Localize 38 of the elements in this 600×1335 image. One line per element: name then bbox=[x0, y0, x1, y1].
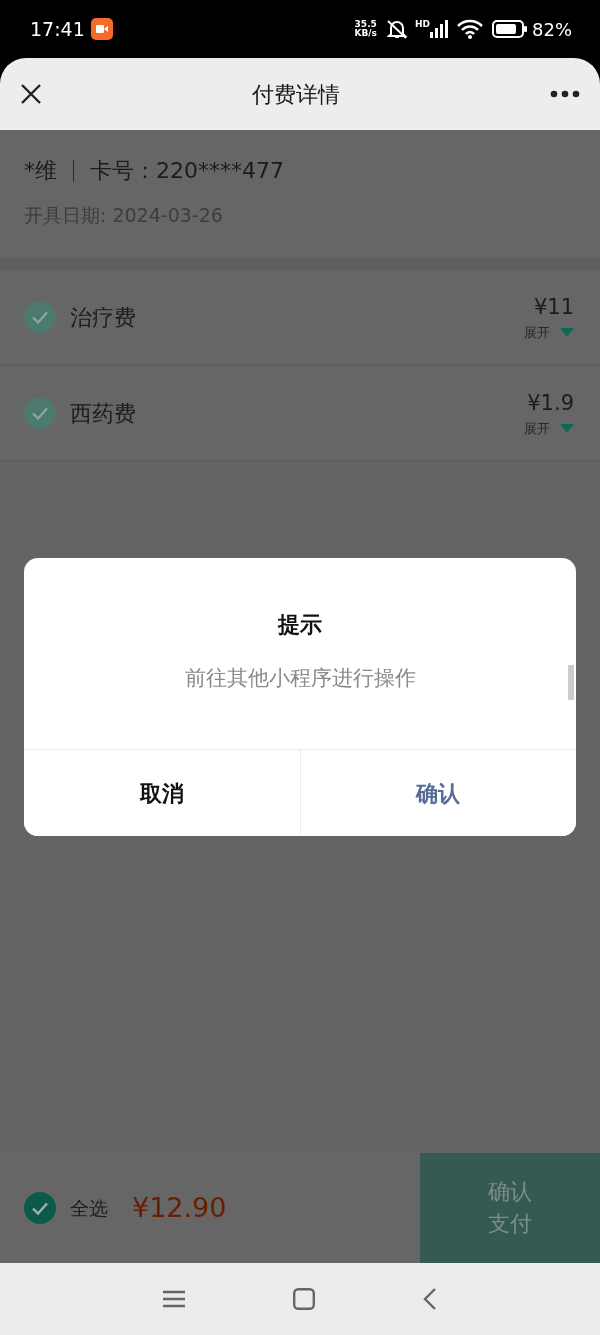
expand-toggle[interactable]: 展开 bbox=[524, 323, 550, 343]
fee-amount: ¥1.9 bbox=[527, 389, 574, 417]
fee-amount: ¥11 bbox=[533, 293, 574, 321]
fee-name: 治疗费 bbox=[70, 303, 136, 332]
fee-row[interactable]: 西药费 ¥1.9 展开 bbox=[0, 366, 600, 462]
card-number: 卡号：220****477 bbox=[90, 157, 284, 185]
page-title: 付费详情 bbox=[252, 80, 340, 109]
dialog-title: 提示 bbox=[276, 611, 323, 639]
video-camera-icon bbox=[90, 18, 113, 40]
network-unit: KB/s bbox=[354, 29, 377, 38]
patient-name: *维 bbox=[24, 157, 57, 185]
checkbox[interactable] bbox=[24, 301, 56, 333]
muted-bell-icon bbox=[384, 18, 409, 40]
back-icon[interactable] bbox=[423, 1287, 437, 1311]
battery-icon bbox=[492, 20, 528, 38]
battery-level: 82% bbox=[532, 17, 572, 42]
wifi-icon bbox=[456, 19, 484, 39]
clock: 17:41 bbox=[30, 16, 85, 42]
confirm-button[interactable]: 确认 bbox=[299, 750, 576, 836]
fee-row[interactable]: 治疗费 ¥11 展开 bbox=[0, 270, 600, 366]
network-speed: 35.5 bbox=[354, 20, 377, 29]
checkbox[interactable] bbox=[24, 1192, 56, 1224]
close-icon[interactable] bbox=[20, 83, 42, 105]
fee-name: 西药费 bbox=[70, 399, 136, 428]
scrollbar-thumb bbox=[568, 665, 574, 700]
caret-icon bbox=[560, 327, 574, 338]
total-amount: ¥12.90 bbox=[132, 1190, 227, 1225]
dialog-message: 前往其他小程序进行操作 bbox=[183, 665, 417, 692]
select-all-label[interactable]: 全选 bbox=[70, 1193, 108, 1223]
checkbox[interactable] bbox=[24, 397, 56, 429]
pay-button[interactable]: 确认 支付 bbox=[420, 1153, 600, 1263]
expand-toggle[interactable]: 展开 bbox=[524, 419, 550, 439]
menu-icon[interactable] bbox=[163, 1290, 185, 1308]
home-icon[interactable] bbox=[293, 1288, 315, 1310]
more-icon[interactable] bbox=[550, 90, 580, 98]
signal-label: HD bbox=[414, 20, 430, 29]
caret-icon bbox=[560, 423, 574, 434]
signal-icon bbox=[430, 20, 450, 38]
